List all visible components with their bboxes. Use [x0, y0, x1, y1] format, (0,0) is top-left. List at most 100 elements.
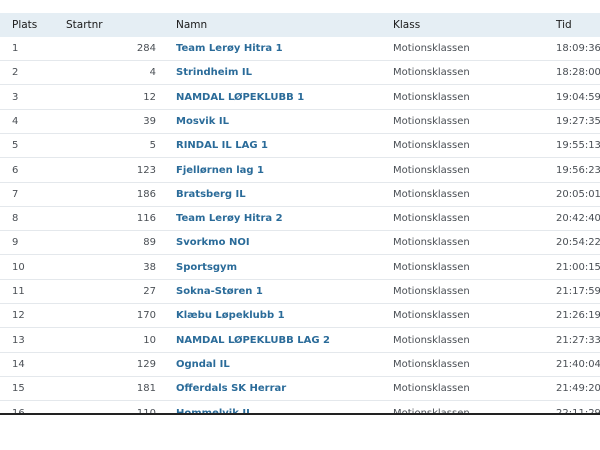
- column-header-startnr[interactable]: Startnr: [66, 13, 103, 37]
- startnr-cell: 27: [143, 286, 156, 297]
- table-row: 13 10 NAMDAL LØPEKLUBB LAG 2 Motionsklassen…: [0, 329, 600, 353]
- startnr-cell: 129: [136, 358, 156, 370]
- time-cell: 20:54:22: [556, 237, 600, 249]
- class-cell: Motionsklassen: [393, 261, 470, 273]
- table-row: 14 129 Ogndal IL Motionsklassen 21:40:04: [0, 353, 600, 377]
- table-header: Plats Startnr Namn Klass Tid: [0, 13, 600, 37]
- startnr-cell: 5: [149, 140, 156, 152]
- startnr-cell: 284: [136, 43, 156, 54]
- team-name-link[interactable]: Hommelvik IL: [176, 402, 252, 414]
- team-name-link[interactable]: Team Lerøy Hitra 2: [176, 207, 283, 231]
- table-row: 9 89 Svorkmo NOI Motionsklassen 20:54:22: [0, 231, 600, 256]
- table-row: 11 27 Sokna-Støren 1 Motionsklassen 21:17:59: [0, 280, 600, 304]
- class-cell: Motionsklassen: [393, 43, 470, 54]
- team-name-link[interactable]: Strindheim IL: [176, 61, 252, 85]
- table-row: 16 110 Hommelvik IL Motionsklassen 22:11:29: [0, 402, 600, 415]
- place-cell: 15: [12, 383, 25, 395]
- class-cell: Motionsklassen: [393, 91, 470, 103]
- place-cell: 3: [12, 91, 19, 103]
- class-cell: Motionsklassen: [393, 188, 470, 200]
- team-name-link[interactable]: NAMDAL LØPEKLUBB LAG 2: [176, 329, 330, 353]
- place-cell: 11: [12, 286, 25, 297]
- time-cell: 19:27:35: [556, 115, 600, 127]
- startnr-cell: 170: [136, 310, 156, 322]
- startnr-cell: 116: [136, 213, 156, 225]
- team-name-link[interactable]: RINDAL IL LAG 1: [176, 134, 268, 158]
- team-name-link[interactable]: Svorkmo NOI: [176, 231, 250, 255]
- place-cell: 2: [12, 67, 19, 79]
- table-row: 12 170 Klæbu Løpeklubb 1 Motionsklassen 21:2…: [0, 304, 600, 329]
- team-name-link[interactable]: Team Lerøy Hitra 1: [176, 37, 283, 61]
- time-cell: 18:28:00: [556, 67, 600, 79]
- place-cell: 5: [12, 140, 19, 152]
- place-cell: 12: [12, 310, 25, 322]
- column-header-place[interactable]: Plats: [12, 13, 37, 37]
- time-cell: 21:17:59: [556, 286, 600, 297]
- table-row: 7 186 Bratsberg IL Motionsklassen 20:05:01: [0, 183, 600, 207]
- team-name-link[interactable]: Ogndal IL: [176, 353, 230, 377]
- time-cell: 21:26:19: [556, 310, 600, 322]
- team-name-link[interactable]: Klæbu Løpeklubb 1: [176, 304, 285, 328]
- class-cell: Motionsklassen: [393, 286, 470, 297]
- place-cell: 13: [12, 334, 25, 346]
- class-cell: Motionsklassen: [393, 115, 470, 127]
- place-cell: 4: [12, 115, 19, 127]
- class-cell: Motionsklassen: [393, 67, 470, 79]
- place-cell: 10: [12, 261, 25, 273]
- team-name-link[interactable]: NAMDAL LØPEKLUBB 1: [176, 86, 304, 110]
- time-cell: 19:55:13: [556, 140, 600, 152]
- team-name-link[interactable]: Bratsberg IL: [176, 183, 246, 207]
- startnr-cell: 123: [136, 164, 156, 176]
- time-cell: 18:09:36: [556, 43, 600, 54]
- place-cell: 16: [12, 407, 25, 415]
- place-cell: 1: [12, 43, 19, 54]
- time-cell: 20:42:40: [556, 213, 600, 225]
- team-name-link[interactable]: Sportsgym: [176, 256, 237, 280]
- table-row: 15 181 Offerdals SK Herrar Motionsklassen 21…: [0, 377, 600, 402]
- class-cell: Motionsklassen: [393, 237, 470, 249]
- place-cell: 14: [12, 358, 25, 370]
- table-row: 10 38 Sportsgym Motionsklassen 21:00:15: [0, 256, 600, 280]
- team-name-link[interactable]: Sokna-Støren 1: [176, 280, 263, 304]
- class-cell: Motionsklassen: [393, 310, 470, 322]
- table-row: 8 116 Team Lerøy Hitra 2 Motionsklassen 20:4…: [0, 207, 600, 232]
- table-row: 4 39 Mosvik IL Motionsklassen 19:27:35: [0, 110, 600, 134]
- startnr-cell: 10: [143, 334, 156, 346]
- table-row: 3 12 NAMDAL LØPEKLUBB 1 Motionsklassen 19:04…: [0, 86, 600, 110]
- class-cell: Motionsklassen: [393, 358, 470, 370]
- time-cell: 21:27:33: [556, 334, 600, 346]
- startnr-cell: 4: [149, 67, 156, 79]
- table-row: 5 5 RINDAL IL LAG 1 Motionsklassen 19:55:13: [0, 134, 600, 159]
- startnr-cell: 186: [136, 188, 156, 200]
- team-name-link[interactable]: Offerdals SK Herrar: [176, 377, 286, 401]
- time-cell: 19:56:23: [556, 164, 600, 176]
- startnr-cell: 38: [143, 261, 156, 273]
- class-cell: Motionsklassen: [393, 383, 470, 395]
- startnr-cell: 39: [143, 115, 156, 127]
- column-header-class[interactable]: Klass: [393, 13, 420, 37]
- column-header-time[interactable]: Tid: [556, 13, 572, 37]
- results-table: Plats Startnr Namn Klass Tid 1 284 Team Le…: [0, 13, 600, 415]
- place-cell: 7: [12, 188, 19, 200]
- startnr-cell: 181: [136, 383, 156, 395]
- startnr-cell: 110: [136, 407, 156, 415]
- table-row: 6 123 Fjellørnen lag 1 Motionsklassen 19:56:…: [0, 159, 600, 183]
- time-cell: 19:04:59: [556, 91, 600, 103]
- team-name-link[interactable]: Fjellørnen lag 1: [176, 159, 264, 183]
- class-cell: Motionsklassen: [393, 213, 470, 225]
- time-cell: 21:00:15: [556, 261, 600, 273]
- place-cell: 6: [12, 164, 19, 176]
- place-cell: 9: [12, 237, 19, 249]
- time-cell: 21:40:04: [556, 358, 600, 370]
- time-cell: 20:05:01: [556, 188, 600, 200]
- class-cell: Motionsklassen: [393, 334, 470, 346]
- class-cell: Motionsklassen: [393, 407, 470, 415]
- startnr-cell: 12: [143, 91, 156, 103]
- startnr-cell: 89: [143, 237, 156, 249]
- table-row: 2 4 Strindheim IL Motionsklassen 18:28:00: [0, 61, 600, 86]
- column-header-name[interactable]: Namn: [176, 13, 207, 37]
- table-row: 1 284 Team Lerøy Hitra 1 Motionsklassen 18:0…: [0, 37, 600, 61]
- class-cell: Motionsklassen: [393, 164, 470, 176]
- class-cell: Motionsklassen: [393, 140, 470, 152]
- team-name-link[interactable]: Mosvik IL: [176, 110, 229, 134]
